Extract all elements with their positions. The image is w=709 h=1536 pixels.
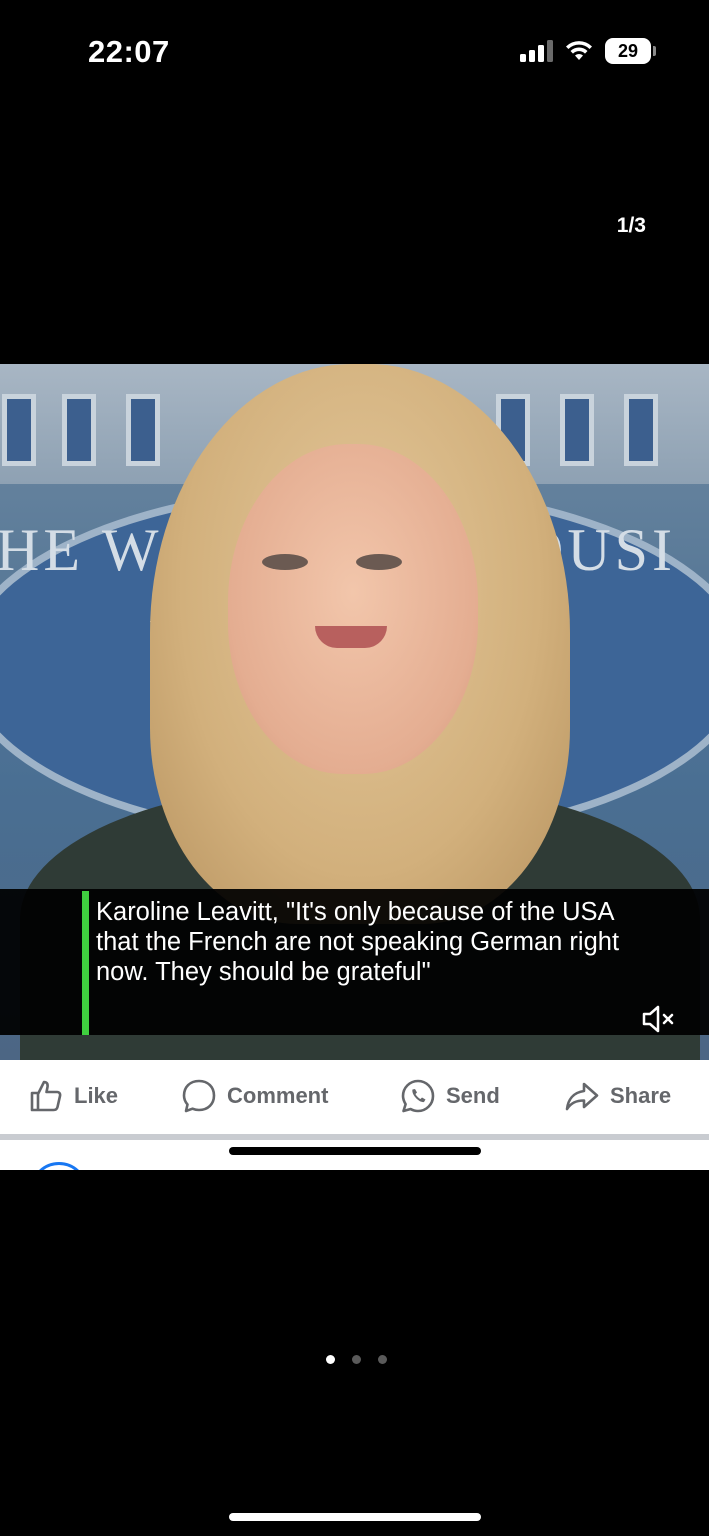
home-indicator-screenshot xyxy=(229,1147,481,1155)
backdrop-text: HE W xyxy=(0,517,163,583)
page-dot[interactable] xyxy=(326,1355,335,1364)
like-button[interactable]: Like xyxy=(28,1078,118,1114)
comment-button[interactable]: Comment xyxy=(181,1078,328,1114)
next-post-peek xyxy=(0,1140,709,1170)
battery-icon: 29 xyxy=(605,38,656,64)
thumbs-up-icon xyxy=(30,1080,62,1112)
send-label: Send xyxy=(446,1083,500,1108)
page-dot[interactable] xyxy=(352,1355,361,1364)
share-button[interactable]: Share xyxy=(564,1078,671,1114)
status-icons: 29 xyxy=(520,38,656,64)
home-indicator[interactable] xyxy=(229,1513,481,1521)
page-indicator xyxy=(326,1355,387,1364)
speaker-muted-icon xyxy=(642,1005,674,1033)
share-arrow-icon xyxy=(565,1082,599,1111)
page-dot[interactable] xyxy=(378,1355,387,1364)
like-label: Like xyxy=(74,1083,119,1108)
video-player[interactable]: HE W OUSI W Karoline Leavitt, "It's only… xyxy=(0,364,709,1060)
wifi-icon xyxy=(566,41,592,60)
speaker-face xyxy=(228,444,478,774)
send-button[interactable]: Send xyxy=(400,1078,500,1114)
caption-accent-bar xyxy=(82,891,89,1035)
mute-button[interactable] xyxy=(641,1004,675,1034)
chevron-down-icon[interactable]: ⌄ xyxy=(654,1164,671,1170)
share-label: Share xyxy=(610,1083,672,1108)
speaker-mouth xyxy=(315,626,387,648)
post-card: HE W OUSI W Karoline Leavitt, "It's only… xyxy=(0,364,709,1170)
page-counter: 1/3 xyxy=(616,214,646,237)
status-time: 22:07 xyxy=(88,34,170,69)
signal-icon xyxy=(520,40,553,62)
whatsapp-icon xyxy=(401,1079,435,1113)
speaker-eye xyxy=(356,554,402,570)
comment-label: Comment xyxy=(227,1083,329,1108)
speaker-eye xyxy=(262,554,308,570)
video-caption: Karoline Leavitt, "It's only because of … xyxy=(0,889,709,1035)
caption-text: Karoline Leavitt, "It's only because of … xyxy=(96,898,620,986)
post-actions: Like Comment Send Share xyxy=(0,1060,709,1132)
comment-icon xyxy=(182,1079,216,1113)
